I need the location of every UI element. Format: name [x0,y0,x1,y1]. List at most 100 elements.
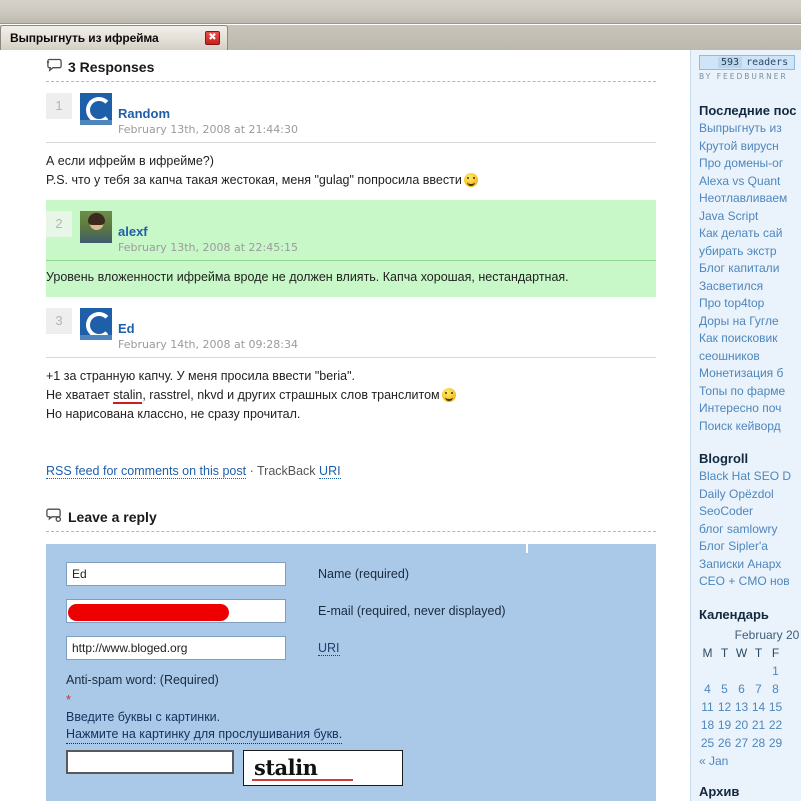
blogroll-link[interactable]: Daily Opёzdol [699,486,801,504]
recent-post-link[interactable]: Доры на Гугле [699,313,801,331]
calendar-day[interactable]: 1 [767,662,784,680]
recent-post-link[interactable]: Выпрыгнуть из [699,120,801,138]
calendar-day[interactable]: 29 [767,734,784,752]
recent-posts-heading: Последние пос [699,103,797,118]
feedburner-count: 593 [718,57,743,68]
captcha-instruction-1: Введите буквы с картинки. [66,710,221,724]
comment-author-name[interactable]: Ed [118,322,298,336]
comment-author-name[interactable]: Random [118,107,298,121]
captcha-image[interactable]: stalin [243,750,403,786]
antispam-label: Anti-spam word: (Required) [66,673,219,687]
gravatar-logo-icon [80,93,112,125]
calendar-day[interactable]: 20 [733,716,750,734]
calendar-day[interactable]: 26 [716,734,733,752]
recent-post-link[interactable]: Как поисковик [699,330,801,348]
reply-bubble-icon [46,508,62,525]
smiley-icon [441,388,456,402]
calendar-heading: Календарь [699,606,769,622]
responses-heading-text: 3 Responses [68,58,155,75]
captcha-input[interactable] [66,750,234,774]
browser-tab[interactable]: Выпрыгнуть из ифрейма ✖ [0,25,228,50]
blogroll-link[interactable]: CEO + CMO нов [699,573,801,591]
recent-post-link[interactable]: Поиск кейворд [699,418,801,436]
calendar-day[interactable]: 11 [699,698,716,716]
comment-number: 2 [46,211,72,237]
recent-post-link[interactable]: Крутой вирусн [699,138,801,156]
feedburner-badge[interactable]: 593 readers BY FEEDBURNER [699,55,797,81]
calendar-day[interactable]: 12 [716,698,733,716]
comment-author-block: Random February 13th, 2008 at 21:44:30 [118,93,298,138]
calendar-week-row: 11 12 13 14 15 [699,698,784,716]
calendar-widget: February 20 MTWTF 1 4 5 6 7 8 11 12 13 14 15 18 19 20… [699,626,801,768]
comment-author-block: Ed February 14th, 2008 at 09:28:34 [118,308,298,353]
calendar-day[interactable]: 27 [733,734,750,752]
calendar-day[interactable]: 25 [699,734,716,752]
calendar-day[interactable]: 22 [767,716,784,734]
calendar-day[interactable]: 8 [767,680,784,698]
reply-heading-text: Leave a reply [68,508,157,525]
recent-post-link[interactable]: Про top4top [699,295,801,313]
recent-post-link[interactable]: Интересно поч [699,400,801,418]
recent-post-link[interactable]: Неотлавливаем [699,190,801,208]
comment-author-name[interactable]: alexf [118,225,298,239]
calendar-caption: February 20 [734,627,800,642]
blogroll-link[interactable]: Записки Анарх [699,556,801,574]
rss-feed-link[interactable]: RSS feed for comments on this post [46,464,247,479]
calendar-day[interactable]: 19 [716,716,733,734]
recent-post-link[interactable]: Топы по фарме [699,383,801,401]
uri-field-row: http://www.bloged.org URI [66,636,656,660]
highlighted-word: stalin [113,388,143,404]
uri-input[interactable]: http://www.bloged.org [66,636,286,660]
recent-post-link[interactable]: сеошников [699,348,801,366]
name-field-row: Ed Name (required) [66,562,656,586]
gravatar-logo-icon [80,308,112,340]
blogroll-link[interactable]: Блог Sipler'a [699,538,801,556]
recent-post-link[interactable]: Java Script [699,208,801,226]
name-input[interactable]: Ed [66,562,286,586]
calendar-week-row: 1 [699,662,784,680]
comment-line: P.S. что у тебя за капча такая жестокая,… [46,171,656,190]
recent-post-link[interactable]: Блог капитали [699,260,801,278]
blogroll-link[interactable]: блог samlowry [699,521,801,539]
close-icon[interactable]: ✖ [205,31,220,45]
calendar-day[interactable]: 21 [750,716,767,734]
recent-post-link[interactable]: убирать экстр [699,243,801,261]
main-column: 3 Responses 1 Random February 13th, 2008 a… [0,50,690,801]
calendar-day[interactable]: 15 [767,698,784,716]
calendar-day[interactable]: 28 [750,734,767,752]
calendar-prev-link[interactable]: « Jan [699,754,801,768]
blogroll-link[interactable]: Black Hat SEO D [699,468,801,486]
recent-post-link[interactable]: Про домены-ог [699,155,801,173]
recent-post-link[interactable]: Засветился [699,278,801,296]
calendar-body: 1 4 5 6 7 8 11 12 13 14 15 18 19 20 21 22 25 26 27 28 29 [699,662,784,752]
recent-post-link[interactable]: Монетизация б [699,365,801,383]
calendar-week-row: 45678 [699,680,784,698]
calendar-day[interactable]: 7 [750,680,767,698]
comment-author-block: alexf February 13th, 2008 at 22:45:15 [118,211,298,256]
feedburner-byline: BY FEEDBURNER [699,72,788,81]
archive-heading: Архив [699,783,740,799]
recent-post-link[interactable]: Alexa vs Quant [699,173,801,191]
calendar-day[interactable]: 4 [699,680,716,698]
blogroll-link[interactable]: SeoCoder [699,503,801,521]
comment-date: February 14th, 2008 at 09:28:34 [118,338,298,351]
recent-posts-list: Выпрыгнуть из Крутой вирусн Про домены-ог A… [699,120,801,435]
trackback-uri-link[interactable]: URI [319,464,341,479]
comment-line: А если ифрейм в ифрейме?) [46,154,214,168]
captcha-audio-link[interactable]: Нажмите на картинку для прослушивания бу… [66,726,343,744]
email-input[interactable] [66,599,286,623]
calendar-day[interactable]: 5 [716,680,733,698]
calendar-day[interactable]: 14 [750,698,767,716]
comment-date: February 13th, 2008 at 21:44:30 [118,123,298,136]
recent-post-link[interactable]: Как делать сай [699,225,801,243]
calendar-day[interactable]: 6 [733,680,750,698]
calendar-day[interactable]: 18 [699,716,716,734]
feed-separator: · [246,464,257,478]
smiley-icon [463,173,478,187]
uri-field-label[interactable]: URI [318,641,340,656]
browser-toolbar-strip [0,0,801,24]
calendar-day[interactable]: 13 [733,698,750,716]
sidebar: 593 readers BY FEEDBURNER Последние пос … [690,50,801,801]
captcha-row: stalin [56,750,656,786]
captcha-word-text: stalin [254,755,318,780]
